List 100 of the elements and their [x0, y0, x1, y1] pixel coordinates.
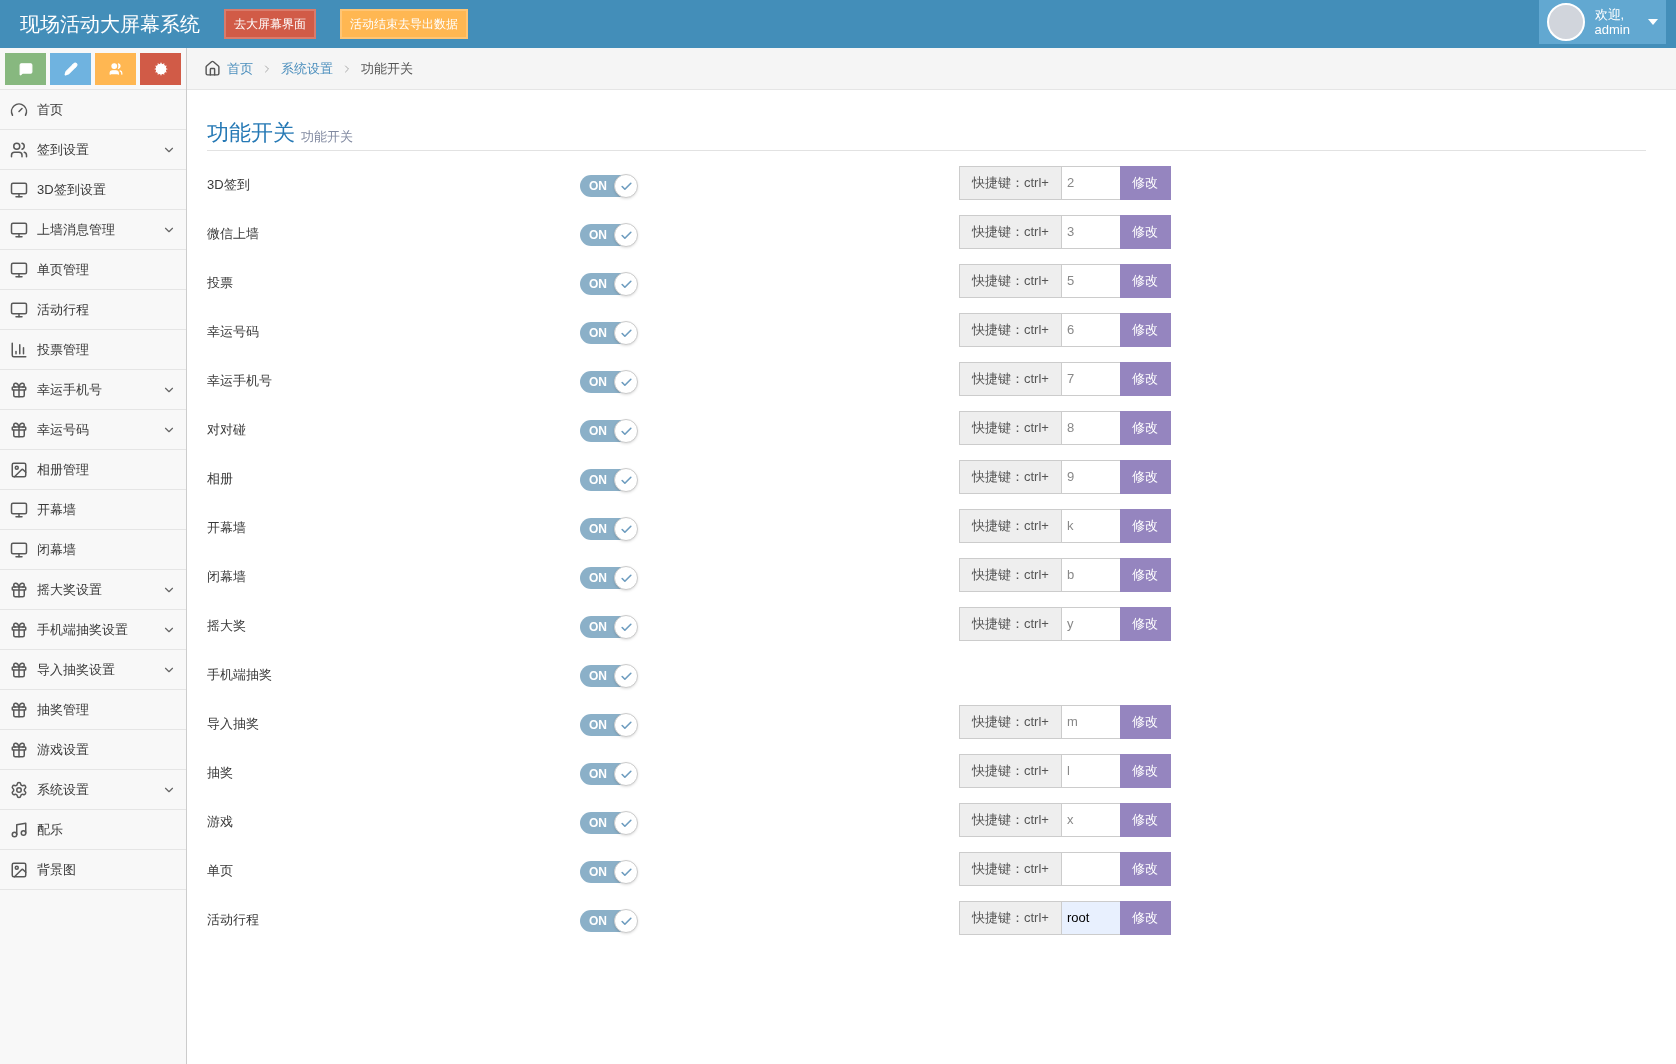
caret-icon — [1648, 19, 1658, 25]
shortcut-input[interactable]: 2 — [1061, 166, 1120, 200]
sidebar-item[interactable]: 背景图 — [0, 850, 186, 890]
toggle-switch[interactable]: ON — [580, 714, 637, 736]
shortcut-input[interactable] — [1061, 852, 1120, 886]
pencil-icon — [63, 61, 78, 76]
sidebar-item[interactable]: 活动行程 — [0, 290, 186, 330]
toggle-switch[interactable]: ON — [580, 273, 637, 295]
toggle-switch[interactable]: ON — [580, 469, 637, 491]
breadcrumb-link[interactable]: 系统设置 — [281, 58, 333, 79]
toggle-switch[interactable]: ON — [580, 665, 637, 687]
header-button[interactable]: 去大屏幕界面 — [224, 9, 316, 39]
shortcut-input[interactable]: root — [1061, 901, 1120, 935]
sidebar-item[interactable]: 投票管理 — [0, 330, 186, 370]
toggle-switch[interactable]: ON — [580, 224, 637, 246]
sidebar-item[interactable]: 首页 — [0, 90, 186, 130]
modify-button[interactable]: 修改 — [1119, 166, 1171, 200]
gift-icon — [10, 380, 28, 399]
sidebar-item[interactable]: 3D签到设置 — [0, 170, 186, 210]
check-icon — [619, 816, 633, 830]
modify-button[interactable]: 修改 — [1119, 460, 1171, 494]
shortcut-input[interactable]: k — [1061, 509, 1120, 543]
toggle-switch[interactable]: ON — [580, 763, 637, 785]
shortcut-input[interactable]: m — [1061, 705, 1120, 739]
sidebar-item[interactable]: 闭幕墙 — [0, 530, 186, 570]
toggle-switch[interactable]: ON — [580, 518, 637, 540]
feature-label: 3D签到 — [207, 176, 251, 194]
sidebar-item[interactable]: 相册管理 — [0, 450, 186, 490]
shortcut-input[interactable]: b — [1061, 558, 1120, 592]
sidebar-item[interactable]: 开幕墙 — [0, 490, 186, 530]
sidebar-item[interactable]: 幸运号码 — [0, 410, 186, 450]
shortcut-input[interactable]: 7 — [1061, 362, 1120, 396]
check-icon — [619, 375, 633, 389]
feature-label: 相册 — [207, 470, 234, 488]
gift-icon — [10, 420, 28, 439]
shortcut-button[interactable] — [95, 52, 136, 85]
toggle-switch[interactable]: ON — [580, 322, 637, 344]
feature-label: 开幕墙 — [207, 519, 247, 537]
toggle-switch[interactable]: ON — [580, 812, 637, 834]
toggle-switch[interactable]: ON — [580, 567, 637, 589]
sidebar-item[interactable]: 上墙消息管理 — [0, 210, 186, 250]
shortcut-label: 快捷键：ctrl+ — [959, 264, 1062, 298]
check-icon — [619, 473, 633, 487]
shortcut-input[interactable]: l — [1061, 754, 1120, 788]
shortcut-label: 快捷键：ctrl+ — [959, 754, 1062, 788]
monitor-icon — [10, 540, 28, 559]
shortcut-button[interactable] — [140, 52, 181, 85]
check-icon — [619, 326, 633, 340]
modify-button[interactable]: 修改 — [1119, 901, 1171, 935]
modify-button[interactable]: 修改 — [1119, 411, 1171, 445]
sidebar-item[interactable]: 手机端抽奖设置 — [0, 610, 186, 650]
sidebar-item[interactable]: 单页管理 — [0, 250, 186, 290]
shortcut-button[interactable] — [50, 52, 91, 85]
user-name: admin — [1594, 22, 1630, 37]
modify-button[interactable]: 修改 — [1119, 852, 1171, 886]
modify-button[interactable]: 修改 — [1119, 607, 1171, 641]
modify-button[interactable]: 修改 — [1119, 705, 1171, 739]
modify-button[interactable]: 修改 — [1119, 803, 1171, 837]
shortcut-label: 快捷键：ctrl+ — [959, 901, 1062, 935]
gauge-icon — [10, 100, 28, 119]
modify-button[interactable]: 修改 — [1119, 362, 1171, 396]
modify-button[interactable]: 修改 — [1119, 509, 1171, 543]
modify-button[interactable]: 修改 — [1119, 558, 1171, 592]
modify-button[interactable]: 修改 — [1119, 313, 1171, 347]
sidebar-item[interactable]: 配乐 — [0, 810, 186, 850]
toggle-switch[interactable]: ON — [580, 861, 637, 883]
toggle-switch[interactable]: ON — [580, 371, 637, 393]
gift-icon — [10, 700, 28, 719]
modify-button[interactable]: 修改 — [1119, 215, 1171, 249]
sidebar-item[interactable]: 幸运手机号 — [0, 370, 186, 410]
modify-button[interactable]: 修改 — [1119, 754, 1171, 788]
modify-button[interactable]: 修改 — [1119, 264, 1171, 298]
check-icon — [619, 669, 633, 683]
shortcut-input[interactable]: 5 — [1061, 264, 1120, 298]
users-icon — [108, 61, 123, 76]
sidebar-item[interactable]: 抽奖管理 — [0, 690, 186, 730]
shortcut-input[interactable]: 3 — [1061, 215, 1120, 249]
shortcut-input[interactable]: 6 — [1061, 313, 1120, 347]
page-title: 功能开关 — [207, 120, 295, 146]
sidebar-item[interactable]: 游戏设置 — [0, 730, 186, 770]
shortcut-label: 快捷键：ctrl+ — [959, 803, 1062, 837]
sidebar-item[interactable]: 签到设置 — [0, 130, 186, 170]
breadcrumb-current: 功能开关 — [361, 59, 413, 78]
shortcut-input[interactable]: 8 — [1061, 411, 1120, 445]
breadcrumb-link[interactable]: 首页 — [227, 58, 253, 79]
toggle-switch[interactable]: ON — [580, 420, 637, 442]
shortcut-input[interactable]: y — [1061, 607, 1120, 641]
sidebar-item[interactable]: 导入抽奖设置 — [0, 650, 186, 690]
shortcut-input[interactable]: 9 — [1061, 460, 1120, 494]
sidebar-item[interactable]: 摇大奖设置 — [0, 570, 186, 610]
toggle-switch[interactable]: ON — [580, 910, 637, 932]
sidebar-item[interactable]: 系统设置 — [0, 770, 186, 810]
shortcut-input[interactable]: x — [1061, 803, 1120, 837]
music-note-icon — [10, 820, 28, 839]
shortcut-button[interactable] — [5, 52, 46, 85]
user-menu[interactable]: 欢迎, admin — [1538, 0, 1666, 44]
home-icon — [204, 60, 221, 77]
toggle-switch[interactable]: ON — [580, 175, 637, 197]
check-icon — [619, 767, 633, 781]
toggle-switch[interactable]: ON — [580, 616, 637, 638]
